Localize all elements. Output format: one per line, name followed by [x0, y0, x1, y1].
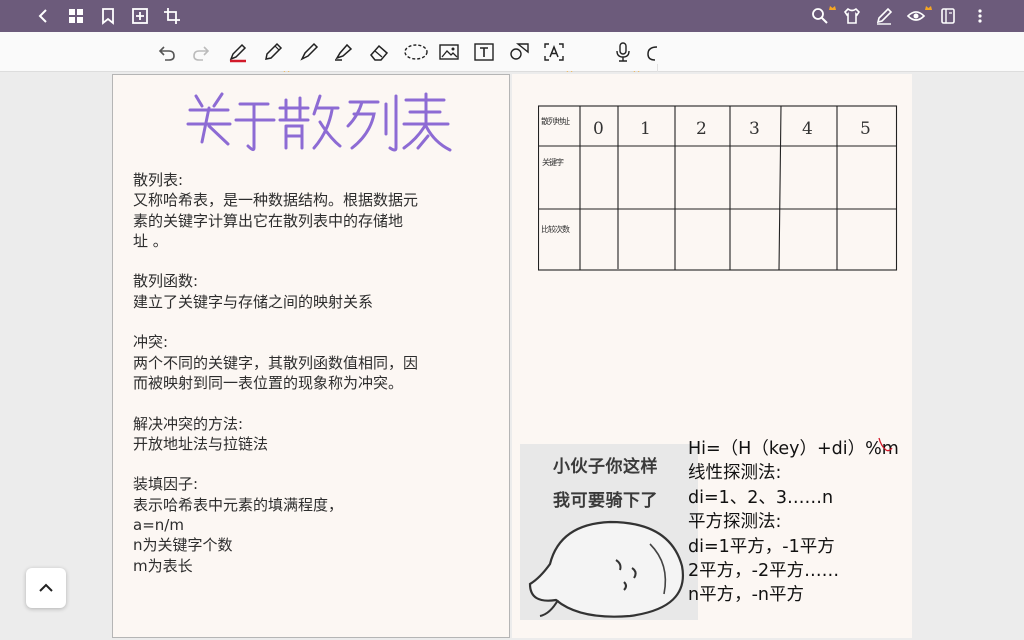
note-heading: 装填因子:: [133, 475, 199, 494]
lasso-icon[interactable]: [403, 41, 429, 63]
scroll-to-top-button[interactable]: [26, 568, 66, 608]
redo-icon[interactable]: [190, 41, 212, 63]
note-block: 冲突: 两个不同的关键字，其散列函数值相同，因 而被映射到同一表位置的现象称为冲突。: [133, 332, 473, 393]
handwritten-title: [186, 92, 452, 152]
formula-line: Hi=（H（key）+di）%m: [688, 439, 899, 459]
formula-line: di=1平方，-1平方: [688, 536, 835, 557]
table-row-header: 散列地址: [541, 117, 570, 126]
note-line: 建立了关键字与存储之间的映射关系: [133, 292, 374, 311]
text-box-icon[interactable]: [473, 41, 495, 63]
image-icon[interactable]: [438, 41, 460, 63]
note-heading: 散列函数:: [133, 272, 199, 291]
probing-formula-text: Hi=（H（key）+di）%m 线性探测法: di=1、2、3……n 平方探测法: d…: [688, 437, 899, 608]
notes-text: 散列表: 又称哈希表，是一种数据结构。根据数据元 素的关键字计算出它在散列表中的存储…: [133, 170, 473, 596]
formula-line: di=1、2、3……n: [688, 487, 834, 508]
note-block: 装填因子: 表示哈希表中元素的填满程度， a=n/m n为关键字个数 m为表长: [133, 474, 473, 575]
note-line: 开放地址法与拉链法: [133, 434, 269, 453]
formula-line: 2平方，-2平方……: [688, 561, 840, 582]
formula-line: 平方探测法:: [688, 512, 782, 533]
note-line: 表示哈希表中元素的填满程度，: [133, 495, 344, 514]
add-page-icon[interactable]: [130, 6, 150, 26]
shape-icon[interactable]: [508, 41, 530, 63]
note-line: 又称哈希表，是一种数据结构。根据数据元: [133, 191, 419, 210]
premium-crown-icon: [829, 6, 836, 10]
note-heading: 散列表:: [133, 171, 184, 189]
hash-table-grid: [537, 105, 898, 271]
note-block: 散列表: 又称哈希表，是一种数据结构。根据数据元 素的关键字计算出它在散列表中的存储…: [133, 170, 473, 251]
ocr-icon[interactable]: [543, 41, 565, 63]
eraser-icon[interactable]: [368, 41, 390, 63]
note-block: 解决冲突的方法: 开放地址法与拉链法: [133, 414, 473, 455]
table-column-header: 3: [749, 119, 760, 139]
drawing-toolbar: AI: [0, 32, 1024, 104]
note-heading: 解决冲突的方法:: [133, 414, 244, 433]
fountain-pen-icon[interactable]: [227, 41, 249, 63]
formula-line: n平方，-n平方: [688, 585, 804, 606]
microphone-icon[interactable]: [612, 41, 634, 63]
undo-icon[interactable]: [156, 41, 178, 63]
tshirt-theme-icon[interactable]: [842, 6, 862, 26]
more-menu-icon[interactable]: [970, 6, 990, 26]
chevron-up-icon: [39, 583, 53, 592]
top-app-bar: [0, 0, 1024, 32]
table-column-header: 0: [593, 119, 604, 139]
seal-drawing: [528, 520, 685, 618]
hash-table-drawing: 散列地址 关键字 比较次数 0 1 2 3 4 5: [537, 105, 898, 271]
note-line: 而被映射到同一表位置的现象称为冲突。: [133, 373, 404, 392]
note-block: 散列函数: 建立了关键字与存储之间的映射关系: [133, 271, 473, 312]
pen-edit-icon[interactable]: [874, 6, 894, 26]
search-icon[interactable]: [810, 6, 830, 26]
meme-caption-line: 小伙子你这样: [553, 457, 658, 477]
premium-crown-icon: [925, 6, 932, 10]
notebook-icon[interactable]: [938, 6, 958, 26]
ballpoint-pen-icon[interactable]: [298, 41, 320, 63]
meme-image: 小伙子你这样 我可要骑下了: [520, 444, 698, 620]
note-line: 两个不同的关键字，其散列函数值相同，因: [133, 353, 419, 372]
formula-line: 线性探测法:: [688, 463, 782, 484]
table-row-header: 比较次数: [541, 225, 570, 234]
note-line: 素的关键字计算出它在散列表中的存储地: [133, 211, 404, 230]
bookmark-icon[interactable]: [98, 6, 118, 26]
note-line: m为表长: [133, 556, 193, 575]
table-column-header: 1: [640, 119, 651, 139]
table-column-header: 5: [860, 119, 871, 139]
note-line: a=n/m: [133, 516, 184, 535]
table-column-header: 2: [696, 119, 707, 139]
table-column-header: 4: [802, 119, 813, 139]
note-heading: 冲突:: [133, 333, 169, 352]
note-line: 址 。: [133, 231, 168, 250]
crop-icon[interactable]: [162, 6, 182, 26]
back-arrow-icon[interactable]: [34, 6, 54, 26]
grid-view-icon[interactable]: [66, 6, 86, 26]
table-row-header: 关键字: [542, 158, 564, 167]
highlighter-icon[interactable]: [332, 41, 354, 63]
partial-tool-icon[interactable]: [645, 41, 657, 63]
pencil-icon[interactable]: [262, 41, 284, 63]
eye-icon[interactable]: [906, 6, 926, 26]
red-pen-mark: [878, 437, 893, 452]
note-line: n为关键字个数: [133, 536, 233, 555]
